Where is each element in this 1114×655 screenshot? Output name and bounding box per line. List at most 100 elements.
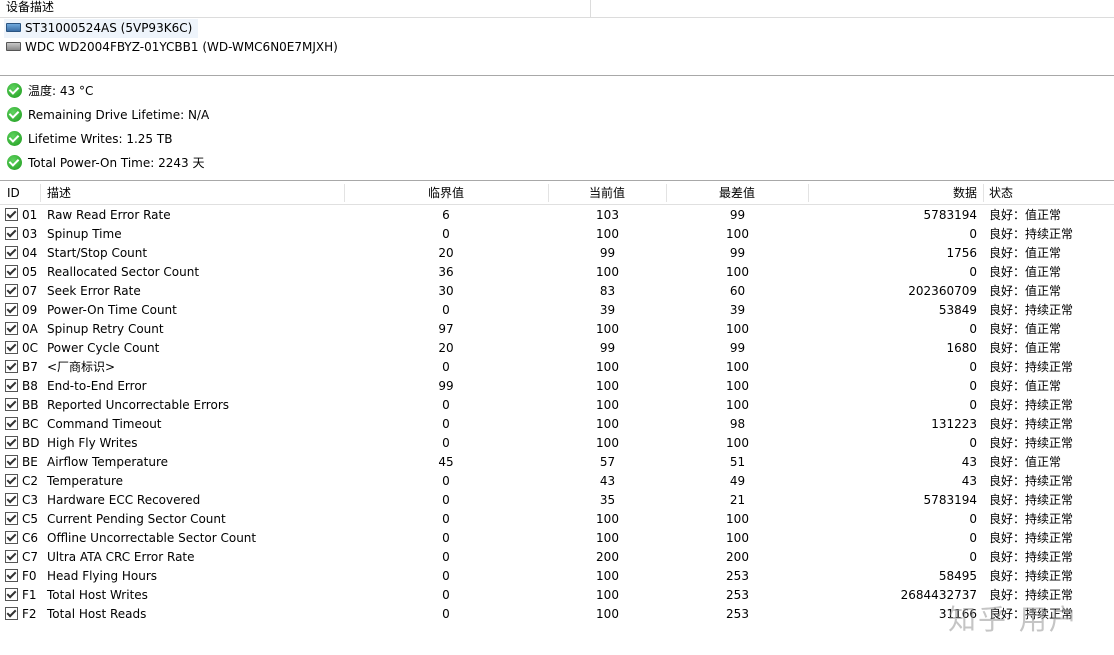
row-checkbox[interactable] (5, 398, 18, 411)
status-text: Remaining Drive Lifetime: N/A (28, 108, 210, 122)
column-separator[interactable] (40, 184, 41, 202)
row-checkbox[interactable] (5, 569, 18, 582)
cell-description: Start/Stop Count (47, 246, 148, 260)
table-row[interactable]: B8 End-to-End Error 99 100 100 0 良好：值正常 (0, 377, 1114, 396)
row-checkbox[interactable] (5, 227, 18, 240)
row-checkbox[interactable] (5, 474, 18, 487)
cell-threshold: 0 (442, 588, 450, 602)
cell-description: Seek Error Rate (47, 284, 141, 298)
table-row[interactable]: 05 Reallocated Sector Count 36 100 100 0 良好：值正… (0, 263, 1114, 282)
column-header-worst[interactable]: 最差值 (719, 182, 755, 204)
table-row[interactable]: 01 Raw Read Error Rate 6 103 99 5783194 良好：值正常 (0, 206, 1114, 225)
column-header-status[interactable]: 状态 (989, 182, 1013, 204)
cell-description: Total Host Writes (47, 588, 148, 602)
column-separator[interactable] (344, 184, 345, 202)
table-row[interactable]: C2 Temperature 0 43 49 43 良好：持续正常 (0, 472, 1114, 491)
table-row[interactable]: BC Command Timeout 0 100 98 131223 良好：持续正常 (0, 415, 1114, 434)
panel-divider[interactable] (0, 75, 1114, 76)
cell-current: 43 (599, 474, 616, 488)
table-row[interactable]: F0 Head Flying Hours 0 100 253 58495 良好：持续正常 (0, 567, 1114, 586)
table-divider[interactable] (0, 180, 1114, 181)
status-remaining-lifetime: Remaining Drive Lifetime: N/A (7, 105, 209, 125)
cell-data: 0 (969, 379, 977, 393)
row-checkbox[interactable] (5, 265, 18, 278)
cell-threshold: 0 (442, 360, 450, 374)
cell-current: 100 (596, 379, 619, 393)
row-checkbox[interactable] (5, 493, 18, 506)
column-separator[interactable] (808, 184, 809, 202)
table-row[interactable]: F1 Total Host Writes 0 100 253 2684432737 良好：持… (0, 586, 1114, 605)
row-checkbox[interactable] (5, 379, 18, 392)
cell-description: Power Cycle Count (47, 341, 160, 355)
status-temperature: 温度: 43 °C (7, 81, 93, 101)
cell-status: 良好：持续正常 (989, 531, 1074, 545)
cell-worst: 100 (726, 227, 749, 241)
cell-current: 35 (599, 493, 616, 507)
row-checkbox[interactable] (5, 284, 18, 297)
cell-id: BE (22, 455, 38, 469)
device-item-wdc-wd2004fbyz[interactable]: WDC WD2004FBYZ-01YCBB1 (WD-WMC6N0E7MJXH) (4, 38, 344, 57)
column-separator[interactable] (983, 184, 984, 202)
row-checkbox[interactable] (5, 341, 18, 354)
device-panel-header: 设备描述 (0, 0, 1114, 18)
column-header-current[interactable]: 当前值 (589, 182, 625, 204)
row-checkbox[interactable] (5, 550, 18, 563)
disk-icon (6, 42, 21, 51)
table-row[interactable]: 0C Power Cycle Count 20 99 99 1680 良好：值正常 (0, 339, 1114, 358)
cell-description: <厂商标识> (47, 360, 116, 374)
column-header-data[interactable]: 数据 (953, 182, 977, 204)
cell-data: 0 (969, 436, 977, 450)
table-row[interactable]: 04 Start/Stop Count 20 99 99 1756 良好：值正常 (0, 244, 1114, 263)
cell-description: Temperature (47, 474, 124, 488)
row-checkbox[interactable] (5, 246, 18, 259)
row-checkbox[interactable] (5, 588, 18, 601)
row-checkbox[interactable] (5, 303, 18, 316)
column-header-id[interactable]: ID (7, 182, 20, 204)
table-row[interactable]: C6 Offline Uncorrectable Sector Count 0 100… (0, 529, 1114, 548)
row-checkbox[interactable] (5, 322, 18, 335)
cell-worst: 100 (726, 531, 749, 545)
table-row[interactable]: F2 Total Host Reads 0 100 253 31166 良好：持续正常 (0, 605, 1114, 624)
column-header-threshold[interactable]: 临界值 (428, 182, 464, 204)
table-row[interactable]: C3 Hardware ECC Recovered 0 35 21 5783194 良好：持… (0, 491, 1114, 510)
cell-worst: 100 (726, 436, 749, 450)
row-checkbox[interactable] (5, 208, 18, 221)
cell-data: 43 (961, 474, 977, 488)
cell-worst: 21 (729, 493, 746, 507)
table-row[interactable]: BB Reported Uncorrectable Errors 0 100 100 0 良… (0, 396, 1114, 415)
row-checkbox[interactable] (5, 360, 18, 373)
table-row[interactable]: 09 Power-On Time Count 0 39 39 53849 良好：持续正常 (0, 301, 1114, 320)
cell-current: 100 (596, 531, 619, 545)
cell-data: 0 (969, 512, 977, 526)
cell-description: High Fly Writes (47, 436, 138, 450)
device-description-column-header[interactable]: 设备描述 (6, 0, 54, 15)
row-checkbox[interactable] (5, 531, 18, 544)
table-row[interactable]: C5 Current Pending Sector Count 0 100 100 0 良好… (0, 510, 1114, 529)
table-row[interactable]: BD High Fly Writes 0 100 100 0 良好：持续正常 (0, 434, 1114, 453)
column-separator[interactable] (666, 184, 667, 202)
table-row[interactable]: 07 Seek Error Rate 30 83 60 202360709 良好：值正常 (0, 282, 1114, 301)
check-ok-icon (7, 107, 22, 122)
cell-threshold: 0 (442, 550, 450, 564)
row-checkbox[interactable] (5, 607, 18, 620)
row-checkbox[interactable] (5, 436, 18, 449)
device-item-st31000524as[interactable]: ST31000524AS (5VP93K6C) (4, 19, 199, 38)
check-ok-icon (7, 155, 22, 170)
cell-threshold: 0 (442, 417, 450, 431)
column-separator[interactable] (548, 184, 549, 202)
cell-id: 03 (22, 227, 38, 241)
cell-status: 良好：持续正常 (989, 398, 1074, 412)
table-row[interactable]: B7 <厂商标识> 0 100 100 0 良好：持续正常 (0, 358, 1114, 377)
table-row[interactable]: BE Airflow Temperature 45 57 51 43 良好：值正常 (0, 453, 1114, 472)
cell-worst: 39 (729, 303, 746, 317)
row-checkbox[interactable] (5, 417, 18, 430)
row-checkbox[interactable] (5, 512, 18, 525)
table-row[interactable]: C7 Ultra ATA CRC Error Rate 0 200 200 0 良好：持续正… (0, 548, 1114, 567)
table-row[interactable]: 0A Spinup Retry Count 97 100 100 0 良好：值正常 (0, 320, 1114, 339)
cell-data: 202360709 (908, 284, 977, 298)
table-row[interactable]: 03 Spinup Time 0 100 100 0 良好：持续正常 (0, 225, 1114, 244)
column-header-description[interactable]: 描述 (47, 182, 71, 204)
row-checkbox[interactable] (5, 455, 18, 468)
cell-current: 83 (599, 284, 616, 298)
status-text: Total Power-On Time: 2243 天 (28, 156, 205, 170)
